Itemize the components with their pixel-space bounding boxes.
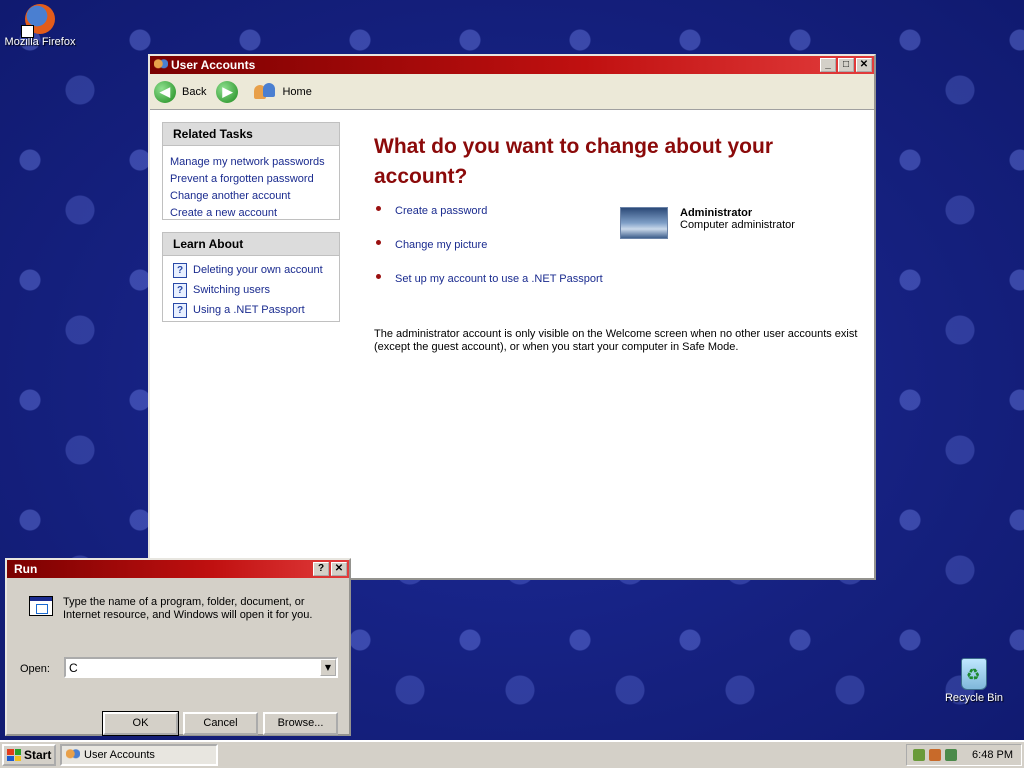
account-picture <box>620 207 668 239</box>
bullet-icon <box>376 273 381 279</box>
close-button[interactable]: ✕ <box>856 58 872 72</box>
help-icon: ? <box>173 302 187 318</box>
recycle-bin-icon <box>961 658 987 690</box>
back-button[interactable]: ◀ Back <box>154 80 207 103</box>
user-accounts-window: User Accounts _ □ ✕ ◀ Back ▶ Home Relate… <box>148 54 876 580</box>
user-accounts-icon <box>66 749 80 761</box>
bullet-icon <box>376 205 381 211</box>
help-button[interactable]: ? <box>313 562 329 576</box>
home-label: Home <box>282 85 312 98</box>
volume-icon[interactable] <box>945 749 957 761</box>
help-icon: ? <box>173 282 187 298</box>
link-create-new-account[interactable]: Create a new account <box>163 205 339 222</box>
back-arrow-icon: ◀ <box>154 80 176 103</box>
sidebar: Related Tasks Manage my network password… <box>150 110 355 578</box>
home-button[interactable]: Home <box>254 81 312 103</box>
run-description: Type the name of a program, folder, docu… <box>63 596 313 621</box>
forward-button[interactable]: ▶ <box>216 80 244 103</box>
title-bar[interactable]: Run ? ✕ <box>7 560 349 578</box>
panel-heading: Related Tasks <box>163 123 339 146</box>
main-panel: What do you want to change about your ac… <box>372 110 874 578</box>
help-link-deleting-account[interactable]: ? Deleting your own account <box>163 260 339 280</box>
start-label: Start <box>24 748 52 762</box>
panel-heading: Learn About <box>163 233 339 256</box>
page-title: What do you want to change about your ac… <box>374 135 773 188</box>
account-card: Administrator Computer administrator <box>620 207 795 239</box>
task-create-password[interactable]: Create a password <box>376 205 487 217</box>
maximize-button[interactable]: □ <box>838 58 854 72</box>
open-input[interactable] <box>66 659 320 676</box>
learn-about-panel: Learn About ? Deleting your own account … <box>162 232 340 322</box>
help-link-label: Using a .NET Passport <box>193 304 305 316</box>
task-label: Change my picture <box>395 239 488 251</box>
window-title: User Accounts <box>171 58 256 72</box>
system-tray: 6:48 PM <box>906 744 1022 766</box>
back-label: Back <box>182 85 207 98</box>
help-link-net-passport[interactable]: ? Using a .NET Passport <box>163 300 339 320</box>
clock[interactable]: 6:48 PM <box>972 749 1013 761</box>
windows-logo-icon <box>7 749 21 761</box>
close-button[interactable]: ✕ <box>331 562 347 576</box>
help-link-label: Deleting your own account <box>193 264 323 276</box>
content-area: Related Tasks Manage my network password… <box>150 110 874 578</box>
help-link-label: Switching users <box>193 284 271 296</box>
link-prevent-forgotten-password[interactable]: Prevent a forgotten password <box>163 171 339 188</box>
title-bar[interactable]: User Accounts _ □ ✕ <box>150 56 874 74</box>
help-icon: ? <box>173 262 187 278</box>
bullet-icon <box>376 239 381 245</box>
desktop-icon-label: Mozilla Firefox <box>4 36 76 48</box>
dialog-title: Run <box>14 562 38 576</box>
user-accounts-icon <box>154 59 168 71</box>
desktop-icon-recycle-bin[interactable]: Recycle Bin <box>934 658 1014 704</box>
run-dialog: Run ? ✕ Type the name of a program, fold… <box>5 558 351 736</box>
info-text: The administrator account is only visibl… <box>374 328 858 353</box>
task-net-passport[interactable]: Set up my account to use a .NET Passport <box>376 273 603 285</box>
task-label: Create a password <box>395 205 488 217</box>
open-label: Open: <box>20 663 50 675</box>
firefox-icon <box>21 4 55 38</box>
account-role: Computer administrator <box>680 219 795 231</box>
ok-button[interactable]: OK <box>102 711 179 736</box>
network-icon[interactable] <box>913 749 925 761</box>
security-icon[interactable] <box>929 749 941 761</box>
task-change-picture[interactable]: Change my picture <box>376 239 487 251</box>
chevron-down-icon[interactable]: ▼ <box>320 659 336 676</box>
desktop-icon-firefox[interactable]: Mozilla Firefox <box>0 4 80 48</box>
taskbar: Start User Accounts 6:48 PM <box>0 740 1024 768</box>
cancel-button[interactable]: Cancel <box>183 712 258 735</box>
start-button[interactable]: Start <box>2 744 56 766</box>
help-link-switching-users[interactable]: ? Switching users <box>163 280 339 300</box>
account-name: Administrator <box>680 207 753 219</box>
run-icon <box>21 594 57 620</box>
minimize-button[interactable]: _ <box>820 58 836 72</box>
taskbar-item-user-accounts[interactable]: User Accounts <box>60 744 218 766</box>
open-combobox[interactable]: ▼ <box>64 657 338 678</box>
forward-arrow-icon: ▶ <box>216 80 239 103</box>
taskbar-item-label: User Accounts <box>84 749 155 761</box>
related-tasks-panel: Related Tasks Manage my network password… <box>162 122 340 220</box>
desktop-icon-label: Recycle Bin <box>944 692 1004 704</box>
toolbar: ◀ Back ▶ Home <box>150 74 874 110</box>
browse-button[interactable]: Browse... <box>263 712 338 735</box>
link-manage-network-passwords[interactable]: Manage my network passwords <box>163 154 339 171</box>
link-change-another-account[interactable]: Change another account <box>163 188 339 205</box>
home-users-icon <box>254 81 276 103</box>
task-label: Set up my account to use a .NET Passport <box>395 273 603 285</box>
